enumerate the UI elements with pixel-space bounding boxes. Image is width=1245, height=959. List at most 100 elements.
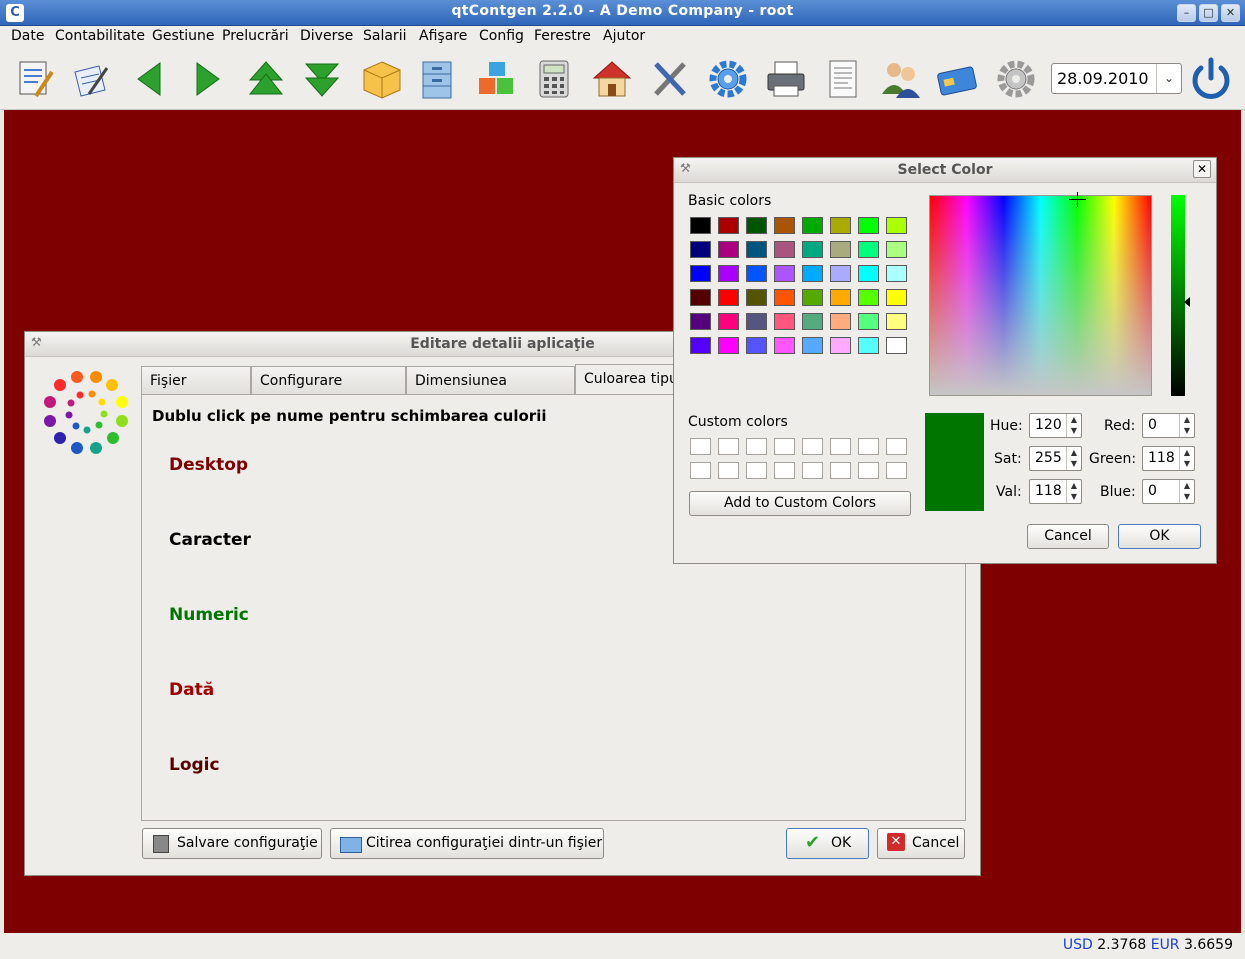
value-slider[interactable] bbox=[1171, 195, 1185, 396]
basic-color-swatch[interactable] bbox=[858, 241, 879, 258]
basic-color-swatch[interactable] bbox=[774, 289, 795, 306]
package-icon[interactable] bbox=[360, 56, 404, 102]
report-icon[interactable] bbox=[820, 56, 864, 102]
cancel-button[interactable]: ✕ Cancel bbox=[877, 828, 965, 859]
blue-spinbox[interactable]: 0 ▲ ▼ bbox=[1142, 479, 1195, 504]
arrow-up-icon[interactable] bbox=[244, 56, 288, 102]
basic-color-swatch[interactable] bbox=[830, 313, 851, 330]
basic-color-swatch[interactable] bbox=[690, 313, 711, 330]
basic-color-swatch[interactable] bbox=[858, 313, 879, 330]
menu-afisare[interactable]: Afişare bbox=[419, 28, 467, 44]
basic-color-swatch[interactable] bbox=[886, 313, 907, 330]
custom-color-swatch[interactable] bbox=[746, 462, 767, 479]
tools-icon[interactable] bbox=[648, 56, 692, 102]
basic-color-swatch[interactable] bbox=[802, 217, 823, 234]
basic-color-swatch[interactable] bbox=[802, 313, 823, 330]
basic-color-swatch[interactable] bbox=[746, 241, 767, 258]
custom-color-swatch[interactable] bbox=[718, 462, 739, 479]
basic-color-swatch[interactable] bbox=[886, 241, 907, 258]
basic-color-swatch[interactable] bbox=[830, 337, 851, 354]
basic-color-swatch[interactable] bbox=[774, 337, 795, 354]
menu-gestiune[interactable]: Gestiune bbox=[152, 28, 215, 44]
spin-arrows-icon[interactable]: ▲ ▼ bbox=[1066, 447, 1081, 470]
basic-color-swatch[interactable] bbox=[886, 289, 907, 306]
power-icon[interactable] bbox=[1188, 56, 1232, 102]
arrow-right-icon[interactable] bbox=[185, 56, 229, 102]
type-name-data[interactable]: Dată bbox=[169, 680, 214, 700]
menu-salarii[interactable]: Salarii bbox=[363, 28, 406, 44]
menu-ajutor[interactable]: Ajutor bbox=[603, 28, 645, 44]
home-icon[interactable] bbox=[590, 56, 634, 102]
basic-color-swatch[interactable] bbox=[690, 337, 711, 354]
color-ok-button[interactable]: OK bbox=[1118, 524, 1201, 549]
tab-culoarea-tipurilor[interactable]: Culoarea tipur bbox=[575, 364, 675, 395]
custom-color-swatch[interactable] bbox=[690, 462, 711, 479]
basic-color-swatch[interactable] bbox=[718, 217, 739, 234]
basic-color-swatch[interactable] bbox=[774, 217, 795, 234]
basic-color-swatch[interactable] bbox=[802, 241, 823, 258]
basic-color-swatch[interactable] bbox=[858, 337, 879, 354]
basic-color-swatch[interactable] bbox=[690, 289, 711, 306]
gear-blue-icon[interactable] bbox=[706, 56, 750, 102]
edit-document-icon[interactable] bbox=[12, 56, 56, 102]
menu-prelucrari[interactable]: Prelucrări bbox=[222, 28, 289, 44]
basic-color-swatch[interactable] bbox=[802, 265, 823, 282]
cubes-icon[interactable] bbox=[475, 56, 519, 102]
basic-color-swatch[interactable] bbox=[774, 265, 795, 282]
maximize-button[interactable]: □ bbox=[1199, 4, 1218, 22]
basic-color-swatch[interactable] bbox=[718, 337, 739, 354]
custom-color-swatch[interactable] bbox=[690, 438, 711, 455]
basic-color-swatch[interactable] bbox=[858, 217, 879, 234]
ok-button[interactable]: ✔ OK bbox=[786, 828, 869, 859]
card-icon[interactable] bbox=[935, 56, 979, 102]
menu-diverse[interactable]: Diverse bbox=[300, 28, 353, 44]
save-config-button[interactable]: Salvare configuraţie bbox=[142, 828, 322, 859]
color-cancel-button[interactable]: Cancel bbox=[1027, 524, 1109, 549]
menu-config[interactable]: Config bbox=[479, 28, 524, 44]
date-select[interactable]: 28.09.2010 ⌄ bbox=[1051, 63, 1182, 94]
basic-color-swatch[interactable] bbox=[774, 241, 795, 258]
custom-color-swatch[interactable] bbox=[774, 438, 795, 455]
green-spinbox[interactable]: 118 ▲ ▼ bbox=[1142, 446, 1195, 471]
arrow-down-icon[interactable] bbox=[300, 56, 344, 102]
basic-color-swatch[interactable] bbox=[830, 217, 851, 234]
custom-color-swatch[interactable] bbox=[858, 438, 879, 455]
add-to-custom-colors-button[interactable]: Add to Custom Colors bbox=[689, 491, 911, 516]
custom-color-swatch[interactable] bbox=[718, 438, 739, 455]
basic-color-swatch[interactable] bbox=[830, 241, 851, 258]
basic-color-swatch[interactable] bbox=[746, 337, 767, 354]
custom-color-swatch[interactable] bbox=[858, 462, 879, 479]
value-marker[interactable] bbox=[1184, 297, 1190, 307]
menu-contabilitate[interactable]: Contabilitate bbox=[55, 28, 145, 44]
basic-color-swatch[interactable] bbox=[690, 265, 711, 282]
basic-color-swatch[interactable] bbox=[718, 241, 739, 258]
basic-color-swatch[interactable] bbox=[802, 289, 823, 306]
close-icon[interactable]: ✕ bbox=[1193, 160, 1211, 178]
basic-color-swatch[interactable] bbox=[858, 289, 879, 306]
custom-color-swatch[interactable] bbox=[830, 438, 851, 455]
users-icon[interactable] bbox=[879, 56, 923, 102]
basic-color-swatch[interactable] bbox=[886, 217, 907, 234]
basic-color-swatch[interactable] bbox=[690, 241, 711, 258]
basic-color-swatch[interactable] bbox=[746, 289, 767, 306]
red-spinbox[interactable]: 0 ▲ ▼ bbox=[1142, 413, 1195, 438]
basic-color-swatch[interactable] bbox=[830, 265, 851, 282]
basic-color-swatch[interactable] bbox=[718, 289, 739, 306]
basic-color-swatch[interactable] bbox=[718, 313, 739, 330]
basic-color-swatch[interactable] bbox=[774, 313, 795, 330]
basic-color-swatch[interactable] bbox=[718, 265, 739, 282]
val-spinbox[interactable]: 118 ▲ ▼ bbox=[1029, 479, 1082, 504]
basic-color-swatch[interactable] bbox=[802, 337, 823, 354]
spin-arrows-icon[interactable]: ▲ ▼ bbox=[1179, 480, 1194, 503]
sat-spinbox[interactable]: 255 ▲ ▼ bbox=[1029, 446, 1082, 471]
hue-spinbox[interactable]: 120 ▲ ▼ bbox=[1029, 413, 1082, 438]
type-name-desktop[interactable]: Desktop bbox=[169, 455, 248, 475]
spin-arrows-icon[interactable]: ▲ ▼ bbox=[1066, 414, 1081, 437]
tab-dimensiunea-icoanelor[interactable]: Dimensiunea icoanelor bbox=[406, 366, 575, 417]
minimize-button[interactable]: – bbox=[1177, 4, 1196, 22]
menu-ferestre[interactable]: Ferestre bbox=[534, 28, 591, 44]
basic-color-swatch[interactable] bbox=[830, 289, 851, 306]
gear-gray-icon[interactable] bbox=[994, 56, 1038, 102]
custom-color-swatch[interactable] bbox=[802, 438, 823, 455]
type-name-logic[interactable]: Logic bbox=[169, 755, 220, 775]
